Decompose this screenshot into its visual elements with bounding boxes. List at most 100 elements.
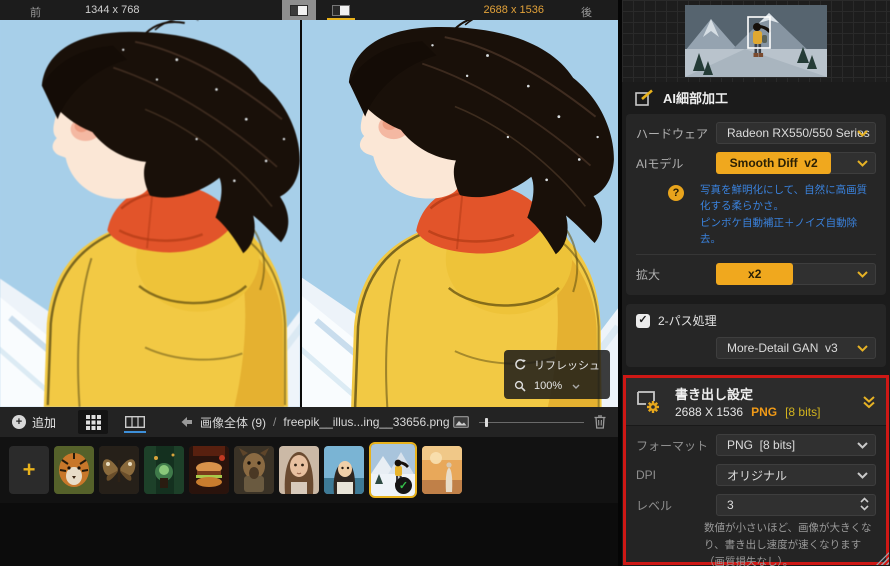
after-image — [302, 20, 618, 407]
add-image-tile[interactable]: + — [9, 446, 49, 494]
thumbnail-tiger[interactable] — [54, 446, 94, 494]
bottom-toolbar: + 追加 画像全体 (9) / freepik__illus...ing__33… — [0, 407, 618, 437]
model-settings-group: ハードウェア Radeon RX550/550 Series AIモデル Smo… — [626, 114, 886, 296]
split-view-icon — [332, 4, 350, 16]
second-model-select[interactable]: More-Detail GAN v3 — [716, 337, 876, 360]
chevron-down-icon — [857, 271, 868, 278]
plus-icon: + — [12, 415, 26, 429]
breadcrumb: 画像全体 (9) / freepik__illus...ing__33656.p… — [180, 414, 450, 431]
format-label: フォーマット — [636, 438, 709, 453]
thumbnail-armored-dog[interactable] — [234, 446, 274, 494]
settings-panel: AI細部加工 ハードウェア Radeon RX550/550 Series AI… — [622, 0, 890, 566]
thumbnail-size-icon — [453, 416, 469, 428]
level-value: 3 — [727, 498, 734, 513]
export-settings-header[interactable]: 書き出し設定 2688 X 1536 PNG [8 bits] — [626, 378, 886, 427]
scale-label: 拡大 — [636, 267, 661, 282]
slider-track — [479, 421, 584, 423]
export-summary-bits: [8 bits] — [785, 405, 821, 420]
plus-icon: + — [22, 457, 36, 482]
level-help-text: 数値が小さいほど、画像が大きくなり、書き出し速度が速くなります（画質損失なし）。 — [704, 522, 872, 566]
single-view-toggle[interactable] — [282, 0, 316, 20]
thumbnail-burger[interactable] — [189, 446, 229, 494]
thumbnail-butterfly[interactable] — [99, 446, 139, 494]
level-input[interactable]: 3 — [716, 494, 876, 517]
spinner-down-icon[interactable] — [860, 505, 869, 511]
before-image-canvas[interactable] — [0, 20, 300, 407]
ai-section-title: AI細部加工 — [663, 91, 729, 106]
breadcrumb-filename: freepik__illus...ing__33656.png — [283, 415, 450, 429]
divider — [636, 254, 876, 256]
view-toggles — [282, 0, 358, 20]
second-model-value: More-Detail GAN v3 — [727, 341, 838, 356]
after-label: 後 — [581, 7, 592, 19]
compare-viewer: リフレッシュ 100% — [0, 20, 618, 407]
two-pass-checkbox[interactable]: ✓ — [636, 313, 650, 328]
chevron-down-icon — [857, 345, 868, 352]
slider-handle[interactable] — [485, 417, 488, 427]
add-label: 追加 — [32, 415, 57, 430]
thumbnail-forest-fantasy[interactable] — [144, 446, 184, 494]
before-label: 前 — [30, 7, 41, 19]
export-settings-title: 書き出し設定 — [675, 387, 754, 403]
compare-topbar: 前 1344 x 768 2688 x 1536 後 — [0, 0, 618, 20]
after-image-canvas[interactable]: リフレッシュ 100% — [302, 20, 618, 407]
navigator-image — [685, 5, 827, 77]
navigator-preview[interactable] — [622, 0, 890, 82]
breadcrumb-group[interactable]: 画像全体 (9) — [200, 414, 266, 431]
format-value: PNG [8 bits] — [727, 438, 796, 453]
thumbnail-woman-portrait[interactable] — [279, 446, 319, 494]
chevron-down-icon — [857, 442, 868, 449]
single-view-icon — [290, 4, 308, 16]
dpi-select[interactable]: オリジナル — [716, 464, 876, 487]
scale-select[interactable]: x2 — [716, 263, 876, 286]
hardware-value: Radeon RX550/550 Series — [727, 126, 870, 140]
thumbnail-girl-yellow-snow-selected[interactable]: ✓ — [369, 442, 417, 498]
thumbnail-size-slider[interactable] — [479, 417, 584, 427]
export-summary-size: 2688 X 1536 — [675, 405, 744, 420]
before-image — [0, 20, 300, 407]
before-resolution: 1344 x 768 — [85, 4, 140, 16]
two-pass-group: ✓ 2-パス処理 More-Detail GAN v3 — [626, 304, 886, 368]
ai-section-header: AI細部加工 — [622, 82, 890, 111]
format-select[interactable]: PNG [8 bits] — [716, 434, 876, 457]
chevron-down-icon — [572, 384, 580, 389]
delete-button[interactable] — [594, 415, 606, 429]
scale-value: x2 — [716, 263, 794, 286]
split-view-toggle[interactable] — [324, 0, 358, 20]
thumbnail-anime-woman-lake[interactable] — [324, 446, 364, 494]
export-summary-format: PNG — [751, 405, 778, 420]
spinner-up-icon[interactable] — [860, 497, 869, 503]
grid-view-button[interactable] — [78, 410, 109, 434]
ai-model-select[interactable]: Smooth Diff v2 — [716, 152, 876, 174]
thumbnail-strip: + ✓ — [0, 437, 618, 503]
toolbar-right — [453, 415, 606, 429]
refresh-icon — [515, 359, 526, 370]
chevron-down-icon — [857, 130, 868, 137]
grid-view-icon — [85, 414, 101, 430]
hardware-label: ハードウェア — [636, 126, 709, 141]
back-arrow-icon[interactable] — [180, 416, 193, 428]
export-settings-icon — [637, 390, 659, 413]
chevron-down-icon — [857, 160, 868, 167]
refresh-button[interactable]: リフレッシュ — [514, 357, 600, 373]
add-image-button[interactable]: + 追加 — [12, 414, 56, 431]
two-pass-label: 2-パス処理 — [658, 314, 717, 329]
dpi-label: DPI — [636, 468, 657, 483]
model-description: 写真を鮮明化にして、自然に高画質化する柔らかさ。 ピンボケ自動補正＋ノイズ自動除… — [700, 184, 868, 245]
collapse-double-chevron-icon[interactable] — [862, 395, 876, 409]
hardware-select[interactable]: Radeon RX550/550 Series — [716, 122, 876, 144]
export-summary: 2688 X 1536 PNG [8 bits] — [675, 405, 862, 419]
ai-model-value: Smooth Diff v2 — [716, 152, 832, 174]
thumbnail-beach-sunset[interactable] — [422, 446, 462, 494]
zoom-level-value: 100% — [534, 380, 563, 392]
refresh-label: リフレッシュ — [534, 360, 600, 372]
help-icon[interactable]: ? — [668, 185, 684, 201]
magnifier-icon — [514, 380, 526, 392]
ai-model-label: AIモデル — [636, 156, 684, 171]
ai-edit-icon — [635, 89, 653, 106]
selected-check-icon: ✓ — [395, 477, 412, 494]
zoom-level-button[interactable]: 100% — [514, 380, 600, 392]
view-mode-switcher — [78, 410, 150, 434]
filmstrip-view-button[interactable] — [120, 410, 150, 434]
export-settings-section-highlighted: 書き出し設定 2688 X 1536 PNG [8 bits] フォーマット P… — [623, 375, 889, 566]
